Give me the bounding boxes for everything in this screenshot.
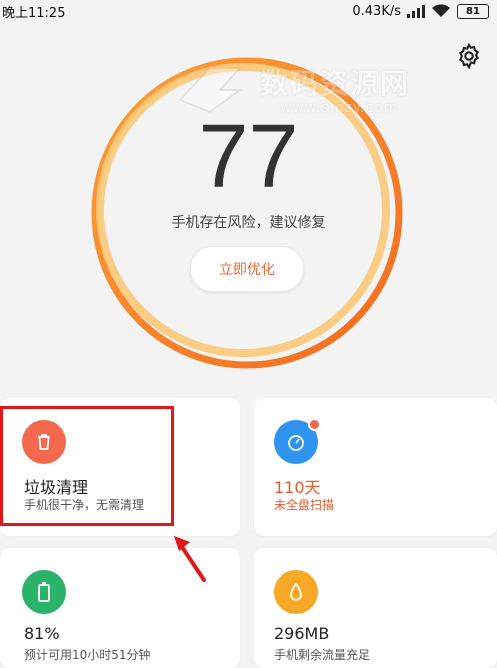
card-subtitle: 未全盘扫描 [274,498,335,512]
card-title: 垃圾清理 [24,478,89,497]
card-subtitle: 预计可用10小时51分钟 [24,648,151,662]
battery-indicator: 81 [457,3,489,19]
notification-dot [308,418,321,431]
status-bar: 晚上11:25 0.43K/s 81 [0,0,497,22]
drop-icon [274,570,318,614]
card-battery[interactable]: 81% 预计可用10小时51分钟 [0,548,240,668]
trash-icon [22,420,66,464]
signal-icon [407,4,425,18]
card-virus-scan[interactable]: 110天 未全盘扫描 [254,398,497,536]
card-trash-cleanup[interactable]: 垃圾清理 手机很干净，无需清理 [0,398,240,536]
card-title: 81% [24,624,60,643]
card-title: 296MB [274,624,330,643]
security-score: 77 [198,107,299,207]
wifi-icon [432,4,450,18]
optimize-now-button[interactable]: 立即优化 [190,246,304,292]
network-speed: 0.43K/s [352,3,401,19]
card-title: 110天 [274,478,321,497]
risk-status-text: 手机存在风险，建议修复 [171,215,326,231]
card-data-usage[interactable]: 296MB 手机剩余流量充足 [254,548,497,668]
card-subtitle: 手机剩余流量充足 [274,648,371,662]
status-time: 晚上11:25 [2,5,66,21]
status-icons: 0.43K/s 81 [352,3,497,19]
battery-icon [22,570,66,614]
gear-icon[interactable] [455,42,483,70]
card-subtitle: 手机很干净，无需清理 [24,498,145,512]
